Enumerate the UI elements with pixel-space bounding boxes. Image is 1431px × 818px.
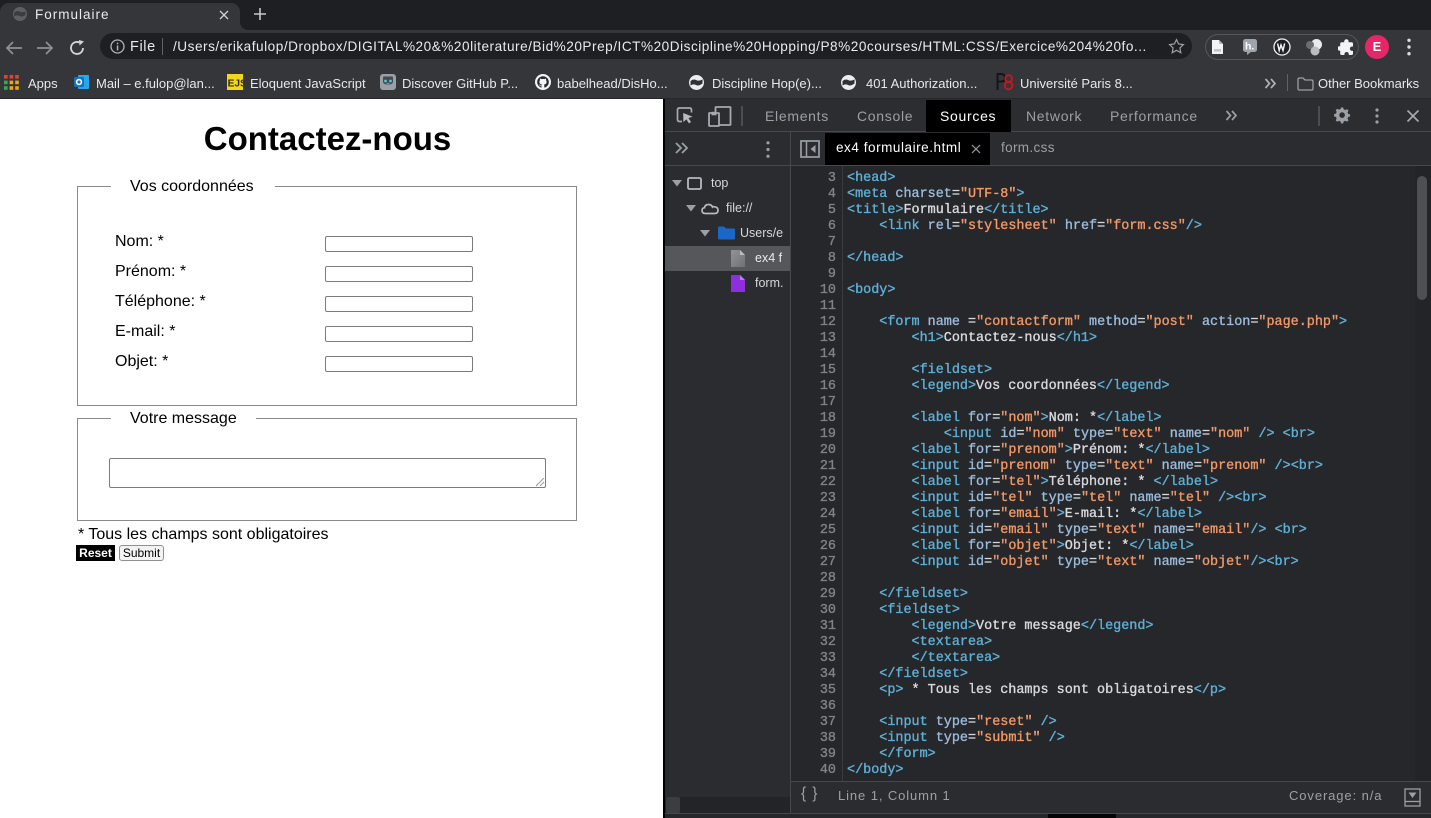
svg-text:h.: h.: [1245, 41, 1254, 53]
svg-text:EJS: EJS: [228, 78, 243, 89]
